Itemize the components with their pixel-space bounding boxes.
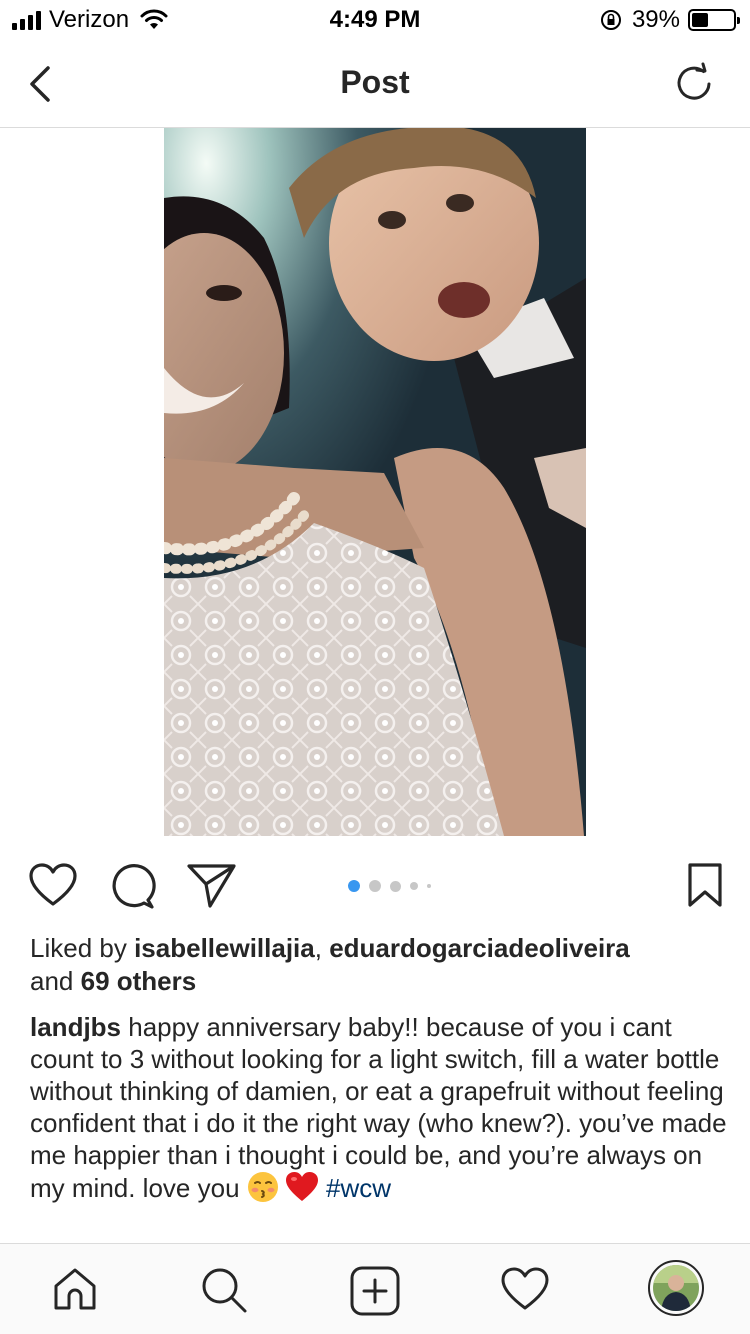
carousel-dot (369, 880, 381, 892)
caption-username[interactable]: landjbs (30, 1012, 121, 1042)
search-icon[interactable] (200, 1266, 248, 1314)
status-bar: Verizon 4:49 PM 39% (0, 0, 750, 40)
heart-icon[interactable] (28, 862, 78, 908)
likes-and: and (30, 966, 81, 996)
likes-prefix: Liked by (30, 933, 135, 963)
bookmark-icon[interactable] (686, 862, 724, 908)
likes-separator: , (314, 933, 330, 963)
liker-username-1[interactable]: isabellewillajia (134, 933, 315, 963)
status-right: 39% (600, 6, 740, 34)
navigation-bar: Post (0, 40, 750, 128)
avatar (653, 1265, 699, 1311)
selfie-image (164, 128, 586, 836)
profile-avatar[interactable] (648, 1260, 704, 1316)
carousel-dot (390, 880, 401, 892)
post-actions (0, 858, 750, 916)
red-heart-emoji (285, 1172, 318, 1201)
comment-icon[interactable] (108, 862, 156, 910)
hashtag-link[interactable]: #wcw (326, 1173, 391, 1203)
tab-bar (0, 1243, 750, 1334)
likes-summary[interactable]: Liked by isabellewillajia, eduardogarcia… (30, 932, 730, 998)
post-photo[interactable] (164, 128, 586, 836)
kissing-face-emoji (247, 1172, 278, 1202)
orientation-lock-icon (600, 10, 621, 30)
carousel-dot (410, 882, 418, 890)
activity-icon[interactable] (500, 1266, 550, 1312)
battery-percent: 39% (631, 6, 680, 33)
new-post-icon[interactable] (350, 1266, 400, 1316)
post-caption: landjbs happy anniversary baby!! because… (30, 1011, 730, 1204)
home-icon[interactable] (52, 1266, 98, 1312)
refresh-icon[interactable] (672, 62, 716, 106)
share-icon[interactable] (186, 862, 238, 910)
carousel-indicator (348, 880, 431, 892)
liker-username-2[interactable]: eduardogarciadeoliveira (329, 933, 630, 963)
likes-others[interactable]: 69 others (81, 966, 197, 996)
battery-fill (692, 13, 708, 27)
battery-icon (688, 9, 740, 31)
page-title: Post (340, 64, 410, 100)
carousel-dot (427, 884, 431, 888)
carousel-dot (348, 880, 360, 892)
